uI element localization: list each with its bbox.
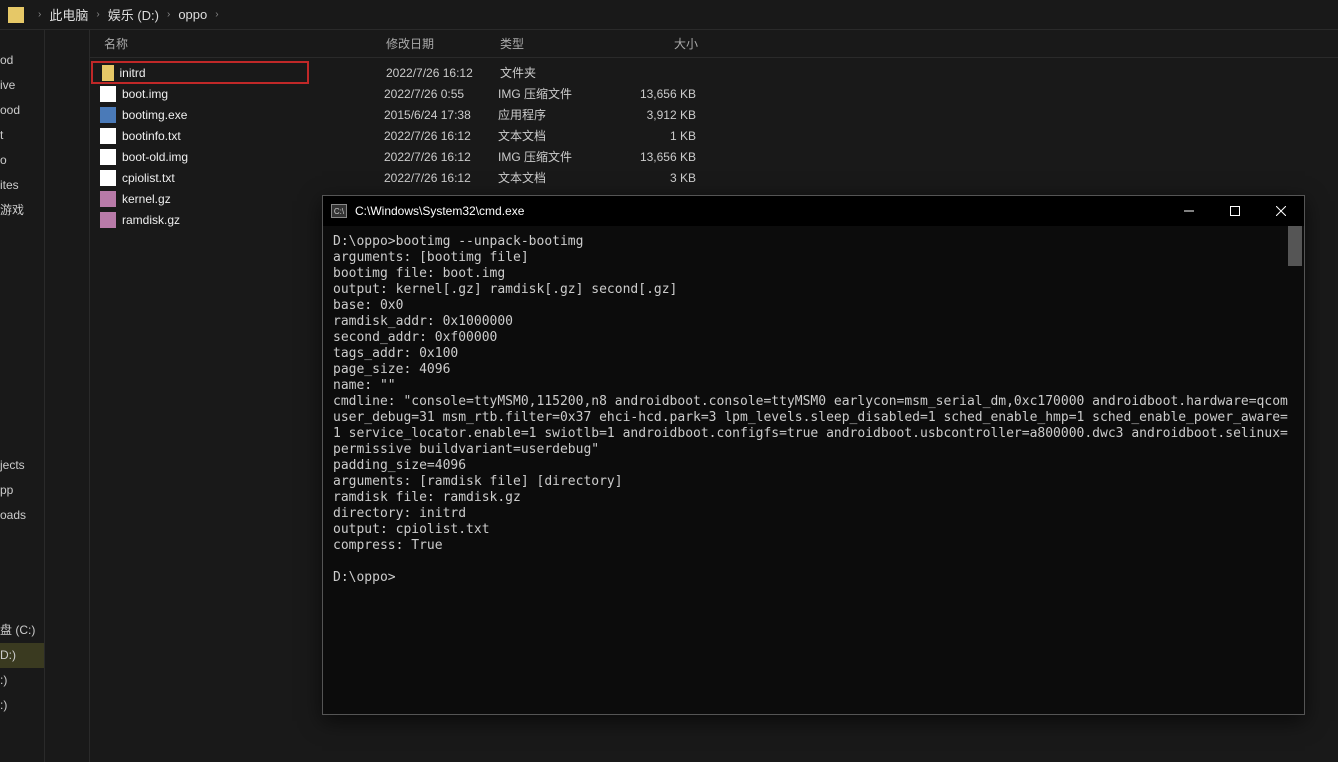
file-size: 3,912 KB	[622, 108, 712, 122]
sidebar-item[interactable]: pp	[0, 478, 44, 503]
cmd-icon: C:\	[331, 204, 347, 218]
minimize-button[interactable]	[1166, 196, 1212, 226]
file-date: 2022/7/26 0:55	[384, 87, 498, 101]
breadcrumb[interactable]: › 此电脑 › 娱乐 (D:) › oppo ›	[0, 0, 1338, 30]
file-name: cpiolist.txt	[122, 171, 384, 185]
sidebar-item[interactable]: 游戏	[0, 198, 44, 223]
close-button[interactable]	[1258, 196, 1304, 226]
column-header-row: 名称 修改日期 类型 大小	[90, 30, 1338, 58]
file-size: 13,656 KB	[622, 150, 712, 164]
drive-item[interactable]: :)	[0, 693, 44, 718]
column-type[interactable]: 类型	[500, 35, 624, 52]
folder-icon	[102, 65, 114, 81]
sidebar-item[interactable]: t	[0, 123, 44, 148]
file-name: initrd	[120, 66, 308, 80]
file-icon	[100, 86, 116, 102]
nav-sidebar-inner	[45, 30, 90, 762]
folder-icon	[8, 7, 24, 23]
close-icon	[1276, 206, 1286, 216]
sidebar-item[interactable]: ood	[0, 98, 44, 123]
file-pane: 名称 修改日期 类型 大小 initrd2022/7/26 16:12文件夹bo…	[90, 30, 1338, 762]
drive-item[interactable]: 盘 (C:)	[0, 618, 44, 643]
file-row[interactable]: initrd	[92, 62, 308, 83]
file-row[interactable]: boot-old.img2022/7/26 16:12IMG 压缩文件13,65…	[90, 146, 1338, 167]
file-row[interactable]: bootinfo.txt2022/7/26 16:12文本文档1 KB	[90, 125, 1338, 146]
file-type: 应用程序	[498, 106, 622, 123]
file-name: bootimg.exe	[122, 108, 384, 122]
sidebar-item[interactable]: ive	[0, 73, 44, 98]
drive-item[interactable]: :)	[0, 668, 44, 693]
file-size: 3 KB	[622, 171, 712, 185]
cmd-window: C:\ C:\Windows\System32\cmd.exe D:\oppo>…	[322, 195, 1305, 715]
breadcrumb-item[interactable]: 此电脑	[49, 5, 88, 24]
sidebar-item[interactable]: od	[0, 48, 44, 73]
chevron-right-icon: ›	[215, 9, 218, 20]
cmd-output[interactable]: D:\oppo>bootimg --unpack-bootimg argumen…	[323, 226, 1304, 714]
file-type: 文本文档	[498, 127, 622, 144]
column-name[interactable]: 名称	[96, 35, 386, 52]
file-icon	[100, 170, 116, 186]
gz-icon	[100, 212, 116, 228]
sidebar-item[interactable]: ites	[0, 173, 44, 198]
minimize-icon	[1184, 206, 1194, 216]
maximize-button[interactable]	[1212, 196, 1258, 226]
breadcrumb-item[interactable]: 娱乐 (D:)	[108, 5, 159, 24]
file-icon	[100, 128, 116, 144]
file-date: 2022/7/26 16:12	[384, 171, 498, 185]
cmd-title: C:\Windows\System32\cmd.exe	[355, 204, 1166, 218]
cmd-titlebar[interactable]: C:\ C:\Windows\System32\cmd.exe	[323, 196, 1304, 226]
file-type: 文本文档	[498, 169, 622, 186]
file-date: 2022/7/26 16:12	[386, 66, 500, 80]
file-type: IMG 压缩文件	[498, 85, 622, 102]
nav-sidebar: odiveoodtoites游戏 jectsppoads 盘 (C:)D:):)…	[0, 30, 45, 762]
file-date: 2022/7/26 16:12	[384, 150, 498, 164]
file-row[interactable]: boot.img2022/7/26 0:55IMG 压缩文件13,656 KB	[90, 83, 1338, 104]
chevron-right-icon: ›	[38, 9, 41, 20]
file-date: 2015/6/24 17:38	[384, 108, 498, 122]
gz-icon	[100, 191, 116, 207]
file-type: IMG 压缩文件	[498, 148, 622, 165]
file-size: 1 KB	[622, 129, 712, 143]
column-date[interactable]: 修改日期	[386, 35, 500, 52]
file-date: 2022/7/26 16:12	[384, 129, 498, 143]
file-name: boot.img	[122, 87, 384, 101]
chevron-right-icon: ›	[96, 9, 99, 20]
file-name: boot-old.img	[122, 150, 384, 164]
sidebar-item[interactable]: o	[0, 148, 44, 173]
breadcrumb-item[interactable]: oppo	[178, 7, 207, 22]
maximize-icon	[1230, 206, 1240, 216]
file-icon	[100, 149, 116, 165]
file-size: 13,656 KB	[622, 87, 712, 101]
chevron-right-icon: ›	[167, 9, 170, 20]
file-row[interactable]: cpiolist.txt2022/7/26 16:12文本文档3 KB	[90, 167, 1338, 188]
file-row[interactable]: bootimg.exe2015/6/24 17:38应用程序3,912 KB	[90, 104, 1338, 125]
file-name: bootinfo.txt	[122, 129, 384, 143]
exe-icon	[100, 107, 116, 123]
column-size[interactable]: 大小	[624, 35, 714, 52]
sidebar-item[interactable]: oads	[0, 503, 44, 528]
file-type: 文件夹	[500, 64, 624, 81]
drive-item[interactable]: D:)	[0, 643, 44, 668]
sidebar-item[interactable]: jects	[0, 453, 44, 478]
